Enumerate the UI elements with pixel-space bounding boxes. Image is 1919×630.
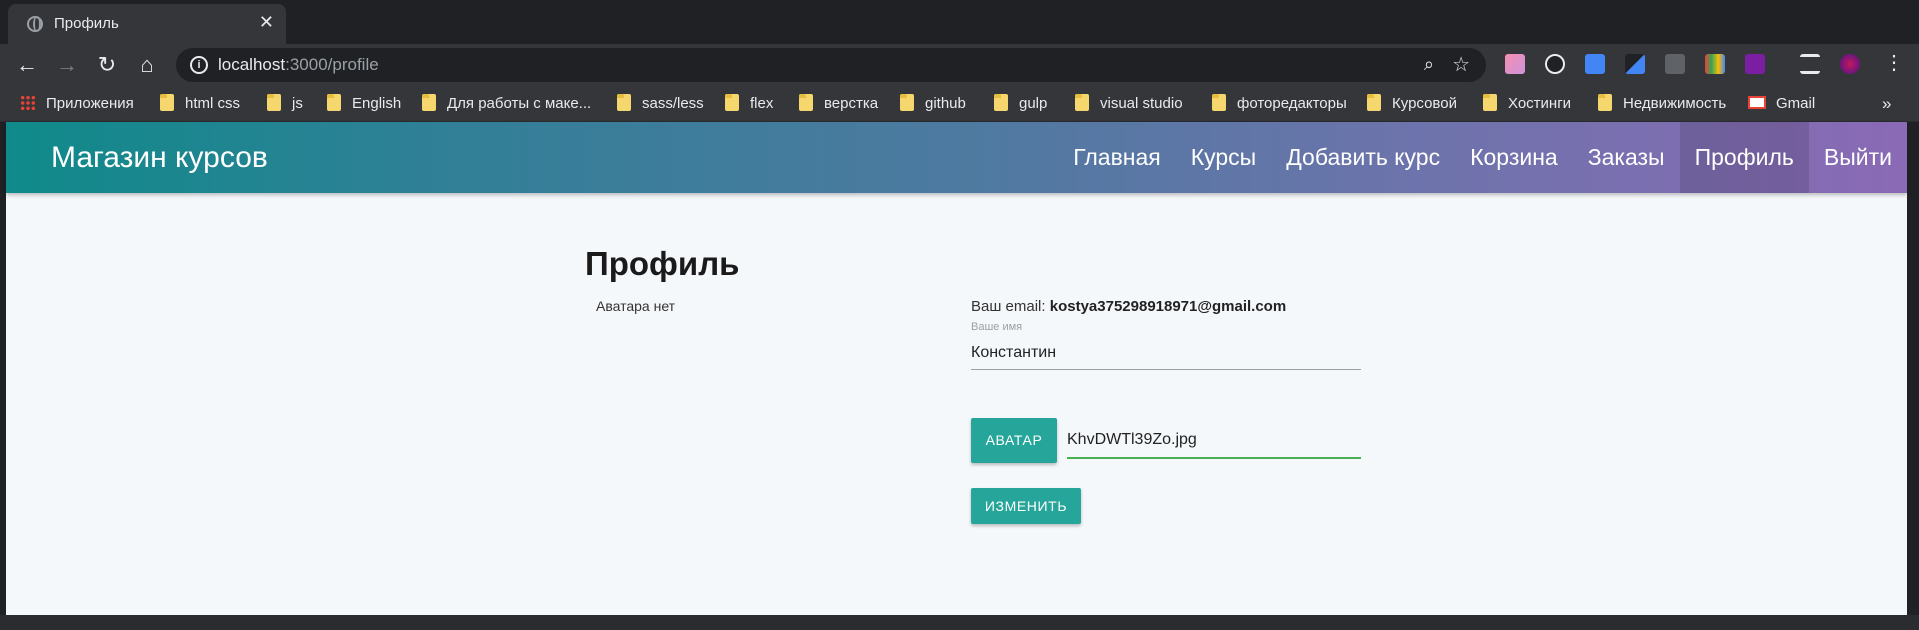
bookmark-label: github [925, 95, 966, 112]
nav-logout[interactable]: Выйти [1809, 122, 1907, 193]
bookmark-folder[interactable]: фоторедакторы [1212, 94, 1347, 114]
nav-profile[interactable]: Профиль [1679, 122, 1809, 193]
playlist-icon[interactable] [1800, 54, 1820, 74]
folder-icon [422, 94, 436, 111]
bookmark-label: Приложения [46, 95, 134, 112]
page-viewport: Магазин курсов Главная Курсы Добавить ку… [6, 122, 1907, 615]
extension-gradient-icon[interactable] [1505, 54, 1525, 74]
forward-icon[interactable]: → [54, 52, 80, 78]
bookmark-folder[interactable]: html css [160, 94, 240, 114]
browser-tab[interactable]: Профиль ✕ [8, 4, 286, 44]
bookmark-folder[interactable]: sass/less [617, 94, 704, 114]
bookmarks-overflow-icon[interactable]: » [1882, 94, 1891, 114]
nav-add-course[interactable]: Добавить курс [1271, 122, 1455, 193]
bookmark-folder[interactable]: js [267, 94, 303, 114]
email-value: kostya375298918971@gmail.com [1049, 298, 1287, 315]
folder-icon [799, 94, 813, 111]
nav-home[interactable]: Главная [1058, 122, 1176, 193]
email-label: Ваш email: [971, 298, 1046, 315]
bookmark-folder[interactable]: Курсовой [1367, 94, 1457, 114]
extension-chat-icon[interactable] [1545, 54, 1565, 74]
window-bottom-frame [0, 615, 1919, 630]
extension-house-icon[interactable] [1705, 54, 1725, 74]
zoom-icon[interactable]: ⌕ [1424, 54, 1434, 75]
tab-title: Профиль [54, 15, 119, 32]
folder-icon [1483, 94, 1497, 111]
globe-icon [27, 16, 43, 32]
address-bar[interactable]: i localhost:3000/profile ⌕ ☆ [176, 48, 1486, 82]
site-brand[interactable]: Магазин курсов [51, 141, 268, 175]
bookmark-label: sass/less [642, 95, 704, 112]
nav-orders[interactable]: Заказы [1573, 122, 1680, 193]
bookmark-label: Хостинги [1508, 95, 1572, 112]
folder-icon [1598, 94, 1612, 111]
bookmark-gmail[interactable]: Gmail [1748, 94, 1815, 114]
apps-icon [20, 95, 36, 111]
bookmark-label: Для работы с маке... [447, 95, 592, 112]
menu-icon[interactable]: ⋮ [1884, 52, 1904, 74]
bookmark-folder[interactable]: visual studio [1075, 94, 1183, 114]
bookmark-folder[interactable]: gulp [994, 94, 1047, 114]
url-host: localhost [218, 55, 286, 74]
bookmark-label: фоторедакторы [1237, 95, 1347, 112]
folder-icon [1367, 94, 1381, 111]
tab-close-icon[interactable]: ✕ [259, 12, 274, 32]
url-path: :3000/profile [285, 55, 379, 74]
bookmark-label: верстка [824, 95, 879, 112]
no-avatar-text: Аватара нет [596, 298, 676, 314]
gmail-icon [1748, 96, 1766, 109]
bookmark-label: flex [750, 95, 774, 112]
url-text[interactable]: localhost:3000/profile [218, 55, 379, 75]
bookmark-label: Недвижимость [1623, 95, 1727, 112]
extension-grid-icon[interactable] [1665, 54, 1685, 74]
bookmark-folder[interactable]: верстка [799, 94, 878, 114]
nav-courses[interactable]: Курсы [1176, 122, 1271, 193]
folder-icon [900, 94, 914, 111]
bookmark-folder[interactable]: Для работы с маке... [422, 94, 591, 114]
submit-button[interactable]: Изменить [971, 488, 1081, 524]
folder-icon [160, 94, 174, 111]
folder-icon [1075, 94, 1089, 111]
site-menu: Главная Курсы Добавить курс Корзина Зака… [1058, 122, 1907, 193]
avatar-upload-button[interactable]: Аватар [971, 418, 1057, 463]
bookmarks-bar: Приложения html css js English Для работ… [0, 86, 1919, 122]
folder-icon [267, 94, 281, 111]
bookmark-folder[interactable]: github [900, 94, 966, 114]
bookmark-label: Курсовой [1392, 95, 1457, 112]
extension-picker-icon[interactable] [1625, 54, 1645, 74]
name-input[interactable] [971, 336, 1361, 370]
site-info-icon[interactable]: i [190, 56, 208, 74]
bookmark-label: Gmail [1776, 95, 1816, 112]
bookmark-folder[interactable]: flex [725, 94, 773, 114]
folder-icon [617, 94, 631, 111]
bookmark-apps[interactable]: Приложения [20, 94, 134, 114]
folder-icon [1212, 94, 1226, 111]
file-path-input[interactable] [1067, 423, 1361, 459]
reload-icon[interactable]: ↻ [94, 52, 120, 78]
folder-icon [725, 94, 739, 111]
avatar[interactable] [1840, 54, 1860, 74]
page-title: Профиль [585, 245, 740, 282]
folder-icon [327, 94, 341, 111]
bookmark-label: gulp [1019, 95, 1048, 112]
email-line: Ваш email: kostya375298918971@gmail.com [971, 298, 1286, 315]
profile-content: Профиль Аватара нет Ваш email: kostya375… [6, 193, 1907, 615]
folder-icon [994, 94, 1008, 111]
back-icon[interactable]: ← [14, 52, 40, 78]
site-navbar: Магазин курсов Главная Курсы Добавить ку… [6, 122, 1907, 193]
bookmark-star-icon[interactable]: ☆ [1452, 52, 1470, 77]
tab-strip: Профиль ✕ [0, 0, 1919, 44]
bookmark-label: English [352, 95, 402, 112]
bookmark-label: visual studio [1100, 95, 1183, 112]
bookmark-folder[interactable]: English [327, 94, 401, 114]
nav-cart[interactable]: Корзина [1455, 122, 1573, 193]
extension-m-icon[interactable] [1745, 54, 1765, 74]
bookmark-folder[interactable]: Недвижимость [1598, 94, 1726, 114]
extension-translate-icon[interactable] [1585, 54, 1605, 74]
bookmark-folder[interactable]: Хостинги [1483, 94, 1571, 114]
home-icon[interactable]: ⌂ [134, 52, 160, 78]
bookmark-label: js [292, 95, 303, 112]
bookmark-label: html css [185, 95, 241, 112]
name-label: Ваше имя [971, 321, 1023, 333]
